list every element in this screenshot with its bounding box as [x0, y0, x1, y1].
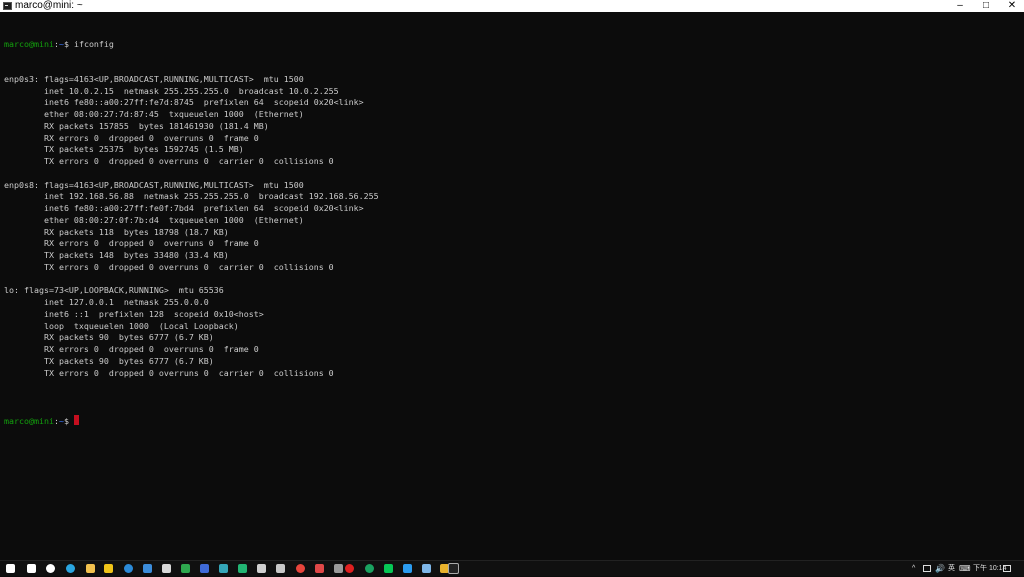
output-line: inet6 fe80::a00:27ff:fe0f:7bd4 prefixlen…: [4, 203, 364, 213]
record-app-icon[interactable]: [345, 564, 354, 573]
terminal-output[interactable]: marco@mini:~$ ifconfig enp0s3: flags=416…: [4, 15, 1020, 555]
prompt-symbol: $: [63, 415, 74, 426]
media-app-icon[interactable]: [315, 564, 324, 573]
window-title-bar[interactable]: marco@mini: ~ – □ ✕: [0, 0, 1024, 12]
text-cursor: [73, 414, 79, 425]
maximize-button[interactable]: □: [974, 0, 998, 12]
output-line: RX errors 0 dropped 0 overruns 0 frame 0: [4, 132, 259, 143]
ie-icon[interactable]: [124, 564, 133, 573]
output-line: RX packets 157855 bytes 181461930 (181.4…: [4, 120, 269, 131]
green-circle-icon[interactable]: [365, 564, 374, 573]
output-line: RX packets 118 bytes 18798 (18.7 KB): [4, 226, 229, 237]
output-line: TX errors 0 dropped 0 overruns 0 carrier…: [4, 156, 334, 166]
blue-app-icon[interactable]: [200, 564, 209, 573]
output-line: inet6 ::1 prefixlen 128 scopeid 0x10<hos…: [4, 308, 264, 319]
window-title: marco@mini: ~: [15, 0, 83, 11]
search-icon[interactable]: [27, 564, 36, 573]
prompt-user: marco@mini: [4, 38, 54, 49]
output-line: RX errors 0 dropped 0 overruns 0 frame 0: [4, 344, 259, 354]
active-prompt-line[interactable]: marco@mini:~$: [4, 414, 1020, 427]
vscode-icon[interactable]: [403, 564, 412, 573]
output-line: ether 08:00:27:7d:87:45 txqueuelen 1000 …: [4, 109, 304, 119]
output-line: inet 10.0.2.15 netmask 255.255.255.0 bro…: [4, 85, 339, 96]
file-explorer-icon[interactable]: [86, 564, 95, 573]
output-line: lo: flags=73<UP,LOOPBACK,RUNNING> mtu 65…: [4, 285, 224, 296]
output-line: enp0s3: flags=4163<UP,BROADCAST,RUNNING,…: [4, 73, 304, 84]
output-line: ether 08:00:27:0f:7b:d4 txqueuelen 1000 …: [4, 214, 304, 225]
teal-app-icon[interactable]: [219, 564, 228, 573]
output-line: RX errors 0 dropped 0 overruns 0 frame 0: [4, 238, 259, 249]
output-line: inet 127.0.0.1 netmask 255.0.0.0: [4, 297, 209, 307]
prompt-symbol: $: [63, 38, 74, 49]
close-button[interactable]: ✕: [1000, 0, 1024, 12]
chat-app-icon[interactable]: [238, 564, 247, 573]
tray-overflow-chevron[interactable]: ^: [912, 561, 915, 577]
green-app-icon[interactable]: [181, 564, 190, 573]
minimize-button[interactable]: –: [948, 0, 972, 12]
output-line: TX errors 0 dropped 0 overruns 0 carrier…: [4, 367, 334, 378]
clock[interactable]: 下午 10:14: [973, 561, 1006, 577]
output-line: enp0s8: flags=4163<UP,BROADCAST,RUNNING,…: [4, 179, 304, 190]
output-line: RX packets 90 bytes 6777 (6.7 KB): [4, 332, 214, 343]
prompt-user: marco@mini: [4, 415, 54, 426]
ime-mode-icon[interactable]: ⌨: [959, 561, 971, 577]
remote-desktop-icon[interactable]: [143, 564, 152, 573]
output-line: inet 192.168.56.88 netmask 255.255.255.0…: [4, 191, 379, 202]
task-view-icon[interactable]: [46, 564, 55, 573]
volume-icon[interactable]: 🔊: [935, 561, 945, 577]
taskbar: ^ 🔊 英 ⌨ 下午 10:14: [0, 560, 1024, 576]
terminal-alt-icon[interactable]: [334, 564, 343, 573]
command-text: ifconfig: [73, 38, 114, 49]
store-icon[interactable]: [257, 564, 266, 573]
ime-language-indicator[interactable]: 英: [948, 561, 955, 577]
notification-icon[interactable]: [1003, 565, 1011, 572]
output-line: TX packets 25375 bytes 1592745 (1.5 MB): [4, 144, 244, 155]
cloud-app-icon[interactable]: [276, 564, 285, 573]
sticky-app-icon[interactable]: [104, 564, 113, 573]
network-icon[interactable]: [923, 565, 931, 572]
output-line: TX errors 0 dropped 0 overruns 0 carrier…: [4, 261, 334, 272]
output-line: TX packets 90 bytes 6777 (6.7 KB): [4, 355, 214, 366]
terminal-app-icon: [3, 2, 12, 10]
virtualbox-icon[interactable]: [422, 564, 431, 573]
start-icon[interactable]: [6, 564, 15, 573]
chrome-icon[interactable]: [296, 564, 305, 573]
output-line: loop txqueuelen 1000 (Local Loopback): [4, 320, 239, 331]
command-line: marco@mini:~$ ifconfig: [4, 39, 1020, 51]
output-line: TX packets 148 bytes 33480 (33.4 KB): [4, 250, 229, 260]
notepad-icon[interactable]: [162, 564, 171, 573]
command-output: enp0s3: flags=4163<UP,BROADCAST,RUNNING,…: [4, 74, 1020, 391]
edge-icon[interactable]: [66, 564, 75, 573]
output-line: inet6 fe80::a00:27ff:fe7d:8745 prefixlen…: [4, 97, 364, 108]
line-icon[interactable]: [384, 564, 393, 573]
terminal-icon[interactable]: [448, 563, 459, 574]
